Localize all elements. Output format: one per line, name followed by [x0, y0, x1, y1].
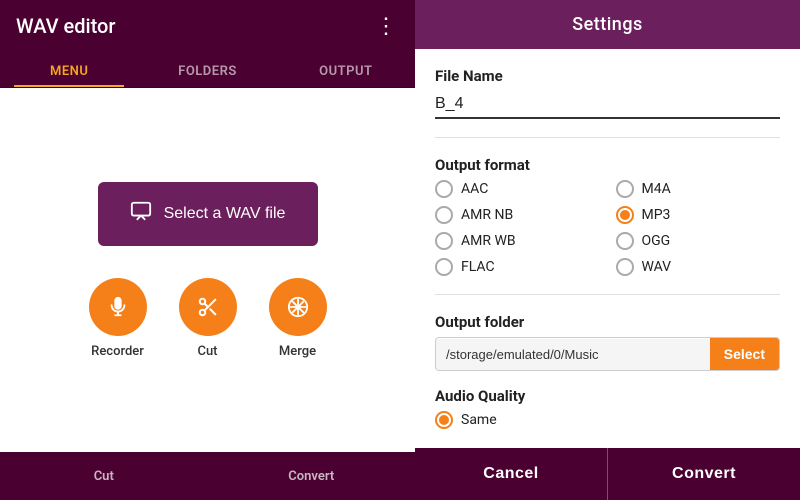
format-m4a[interactable]: M4A: [616, 180, 781, 198]
quality-same-label: Same: [461, 412, 497, 428]
tool-icons: Recorder Cut: [89, 278, 327, 359]
cut-label: Cut: [197, 344, 217, 359]
radio-amr-wb: [435, 232, 453, 250]
tab-folders[interactable]: FOLDERS: [138, 52, 276, 87]
radio-flac: [435, 258, 453, 276]
merge-label: Merge: [279, 344, 316, 359]
folder-select-button[interactable]: Select: [710, 338, 779, 370]
cut-item: Cut: [179, 278, 237, 359]
format-amr-nb[interactable]: AMR NB: [435, 206, 600, 224]
radio-ogg: [616, 232, 634, 250]
output-folder-section: Output folder Select: [435, 313, 780, 371]
radio-m4a: [616, 180, 634, 198]
overflow-menu-icon[interactable]: ⋮: [375, 14, 399, 39]
tab-output[interactable]: OUTPUT: [277, 52, 415, 87]
settings-footer: Cancel Convert: [415, 448, 800, 500]
select-wav-label: Select a WAV file: [164, 205, 286, 223]
output-format-label: Output format: [435, 156, 780, 174]
format-mp3-label: MP3: [642, 207, 671, 223]
recorder-button[interactable]: [89, 278, 147, 336]
audio-quality-row: Same: [435, 411, 780, 429]
merge-item: Merge: [269, 278, 327, 359]
format-amr-wb-label: AMR WB: [461, 233, 516, 249]
radio-wav: [616, 258, 634, 276]
audio-quality-label: Audio Quality: [435, 387, 780, 405]
radio-aac: [435, 180, 453, 198]
format-ogg-label: OGG: [642, 233, 671, 249]
main-content: Select a WAV file Recorder: [0, 88, 415, 452]
format-aac[interactable]: AAC: [435, 180, 600, 198]
settings-body: File Name Output format AAC M4A AMR NB: [415, 49, 800, 448]
format-grid: AAC M4A AMR NB MP3 AMR WB: [435, 180, 780, 276]
format-flac[interactable]: FLAC: [435, 258, 600, 276]
format-wav-label: WAV: [642, 259, 672, 275]
select-wav-icon: [130, 200, 152, 228]
divider-2: [435, 294, 780, 295]
radio-amr-nb: [435, 206, 453, 224]
bottom-convert[interactable]: Convert: [208, 469, 416, 484]
cancel-button[interactable]: Cancel: [415, 448, 607, 500]
radio-mp3: [616, 206, 634, 224]
bottom-bar: Cut Convert: [0, 452, 415, 500]
recorder-item: Recorder: [89, 278, 147, 359]
settings-title: Settings: [572, 14, 643, 35]
output-folder-row: Select: [435, 337, 780, 371]
app-title: WAV editor: [16, 14, 115, 38]
format-m4a-label: M4A: [642, 181, 671, 197]
bottom-cut[interactable]: Cut: [0, 469, 208, 484]
file-name-input[interactable]: [435, 91, 780, 119]
right-panel: Settings File Name Output format AAC M4A: [415, 0, 800, 500]
format-wav[interactable]: WAV: [616, 258, 781, 276]
format-mp3[interactable]: MP3: [616, 206, 781, 224]
convert-button[interactable]: Convert: [607, 448, 800, 500]
format-amr-nb-label: AMR NB: [461, 207, 513, 223]
divider-1: [435, 137, 780, 138]
app-bar: WAV editor ⋮: [0, 0, 415, 52]
radio-same: [435, 411, 453, 429]
format-flac-label: FLAC: [461, 259, 495, 275]
tab-bar: MENU FOLDERS OUTPUT: [0, 52, 415, 88]
output-format-section: Output format AAC M4A AMR NB MP3: [435, 156, 780, 276]
format-amr-wb[interactable]: AMR WB: [435, 232, 600, 250]
left-panel: WAV editor ⋮ MENU FOLDERS OUTPUT Select …: [0, 0, 415, 500]
folder-path-input[interactable]: [436, 339, 710, 370]
audio-quality-section: Audio Quality Same: [435, 387, 780, 429]
format-ogg[interactable]: OGG: [616, 232, 781, 250]
tab-menu[interactable]: MENU: [0, 52, 138, 87]
file-name-label: File Name: [435, 67, 780, 85]
format-aac-label: AAC: [461, 181, 488, 197]
select-wav-button[interactable]: Select a WAV file: [98, 182, 318, 246]
settings-header: Settings: [415, 0, 800, 49]
quality-same[interactable]: Same: [435, 411, 497, 429]
output-folder-label: Output folder: [435, 313, 780, 331]
recorder-label: Recorder: [91, 344, 144, 359]
file-name-section: File Name: [435, 67, 780, 119]
cut-button[interactable]: [179, 278, 237, 336]
merge-button[interactable]: [269, 278, 327, 336]
